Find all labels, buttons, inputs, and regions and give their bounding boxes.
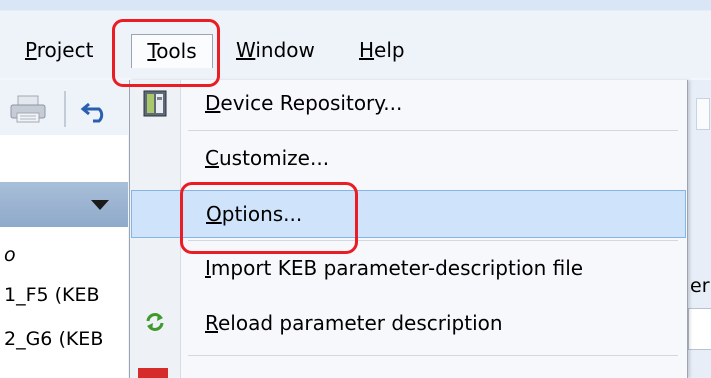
menu-item-text: ustomize... (218, 146, 330, 170)
menu-item-customize[interactable]: Customize... (130, 135, 687, 181)
annotation-highlight-tools (112, 19, 220, 87)
reload-icon (146, 313, 164, 331)
menu-item-text: eload parameter description (218, 311, 503, 335)
menu-item-accel: R (205, 311, 218, 335)
chevron-down-icon[interactable] (88, 198, 112, 212)
right-toolbar-fragment (696, 98, 710, 130)
menu-bar (0, 0, 711, 78)
menu-window[interactable]: Window (236, 34, 315, 66)
menu-item-device-repository[interactable]: Device Repository... (130, 80, 687, 126)
menu-project[interactable]: Project (25, 34, 93, 66)
undo-icon[interactable] (79, 94, 115, 124)
menu-separator (188, 130, 678, 131)
next-item-icon (138, 368, 168, 378)
menu-item-accel: D (205, 91, 221, 115)
menu-item-text: evice Repository... (220, 91, 403, 115)
right-text-fragment: er (690, 275, 710, 297)
menu-help[interactable]: Help (359, 34, 405, 66)
menu-separator (188, 355, 678, 356)
menu-help-accel: H (359, 38, 375, 62)
menu-item-label: Reload parameter description (205, 300, 503, 346)
menu-item-reload-parameter[interactable]: Reload parameter description (130, 300, 687, 346)
menu-project-label: roject (36, 38, 94, 62)
device-repository-icon (143, 90, 167, 117)
menu-item-label: Device Repository... (205, 80, 402, 126)
right-field-fragment (688, 308, 711, 350)
annotation-highlight-options (180, 182, 358, 254)
menu-help-label: elp (374, 38, 405, 62)
menu-item-text: mport KEB parameter-description file (210, 256, 584, 280)
pane-line[interactable]: 1_F5 (KEB (4, 284, 100, 306)
printer-icon[interactable] (8, 94, 48, 124)
toolbar-separator (64, 91, 66, 127)
menu-window-label: indow (255, 38, 315, 62)
menu-item-accel: C (205, 146, 219, 170)
pane-line[interactable]: 2_G6 (KEB (4, 328, 103, 350)
menu-item-label: Customize... (205, 135, 329, 181)
menu-project-accel: P (25, 38, 37, 62)
menu-window-accel: W (236, 38, 256, 62)
pane-line: o (4, 244, 16, 266)
